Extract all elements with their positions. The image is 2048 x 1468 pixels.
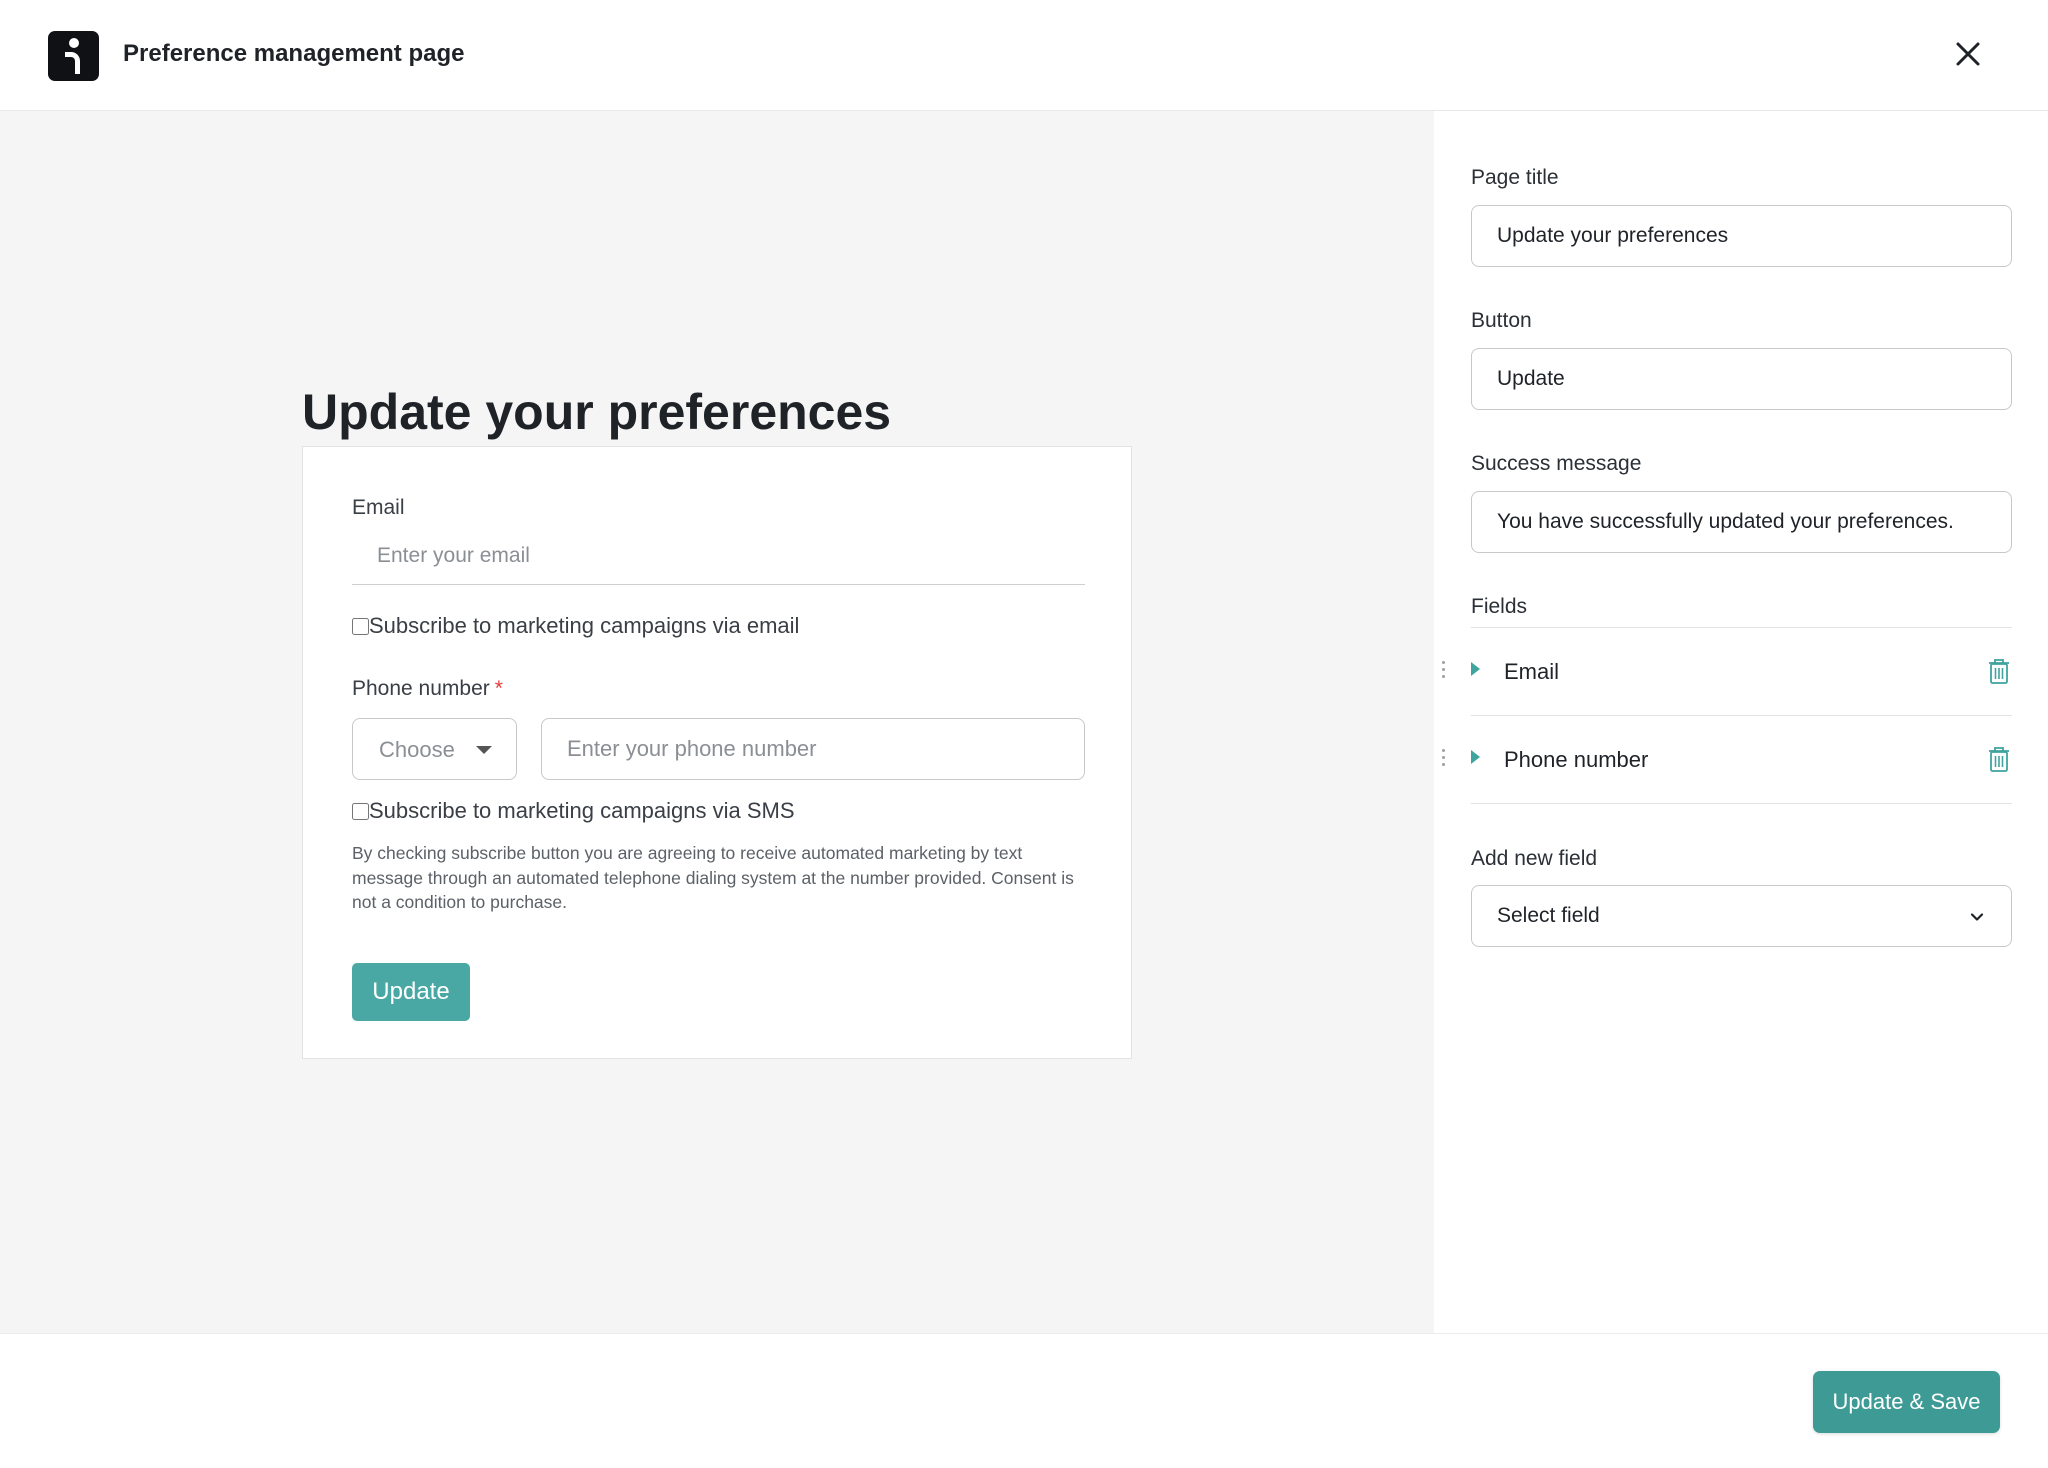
phone-label-row: Phone number * [352,677,503,701]
trash-icon[interactable] [1987,746,2011,773]
country-code-select[interactable]: Choose [352,718,517,780]
chevron-down-icon [1970,913,1984,921]
caret-down-icon [476,746,492,754]
add-field-select[interactable]: Select field [1471,885,2012,947]
drag-handle-icon[interactable] [1441,749,1447,769]
expand-arrow-icon[interactable] [1471,662,1480,676]
divider [1471,803,2012,804]
field-row-phone-number[interactable]: Phone number [1434,716,2048,804]
phone-label: Phone number [352,677,490,700]
add-new-field-label: Add new field [1471,847,1598,870]
required-mark: * [494,677,503,700]
success-message-input[interactable] [1471,491,2012,553]
field-name: Phone number [1504,747,1649,772]
button-text-input[interactable] [1471,348,2012,410]
preference-form-card: Email Subscribe to marketing campaigns v… [302,446,1132,1059]
email-input[interactable] [352,527,1085,585]
footer: Update & Save [0,1333,2048,1468]
sms-disclaimer: By checking subscribe button you are agr… [352,843,1074,912]
fields-label: Fields [1471,595,1528,618]
field-name: Email [1504,659,1560,684]
preview-title: Update your preferences [302,384,892,440]
email-subscribe-checkbox[interactable] [352,617,369,635]
country-code-placeholder: Choose [379,737,455,762]
field-row-email[interactable]: Email [1434,628,2048,716]
expand-arrow-icon[interactable] [1471,750,1480,764]
phone-input[interactable] [541,718,1085,780]
email-subscribe-label: Subscribe to marketing campaigns via ema… [369,613,800,638]
success-message-label: Success message [1471,452,1642,475]
email-subscribe-row[interactable]: Subscribe to marketing campaigns via ema… [352,613,799,639]
trash-icon[interactable] [1987,658,2011,685]
update-and-save-button[interactable]: Update & Save [1813,1371,2000,1433]
page-title-input[interactable] [1471,205,2012,267]
email-label: Email [352,496,405,519]
logo-icon [48,31,99,81]
sms-subscribe-row[interactable]: Subscribe to marketing campaigns via SMS [352,798,795,824]
settings-panel: Page title Button Success message Fields… [1434,111,2048,1333]
page-title-label: Page title [1471,166,1559,189]
drag-handle-icon[interactable] [1441,661,1447,681]
page-title: Preference management page [123,40,465,67]
sms-subscribe-label: Subscribe to marketing campaigns via SMS [369,798,795,823]
close-icon[interactable] [1952,38,1984,70]
header: Preference management page [0,0,2048,111]
sms-subscribe-checkbox[interactable] [352,802,369,820]
add-field-select-value: Select field [1497,904,1600,927]
update-button[interactable]: Update [352,963,470,1021]
preview-area: Update your preferences Email Subscribe … [0,111,1434,1333]
button-label: Button [1471,309,1532,332]
